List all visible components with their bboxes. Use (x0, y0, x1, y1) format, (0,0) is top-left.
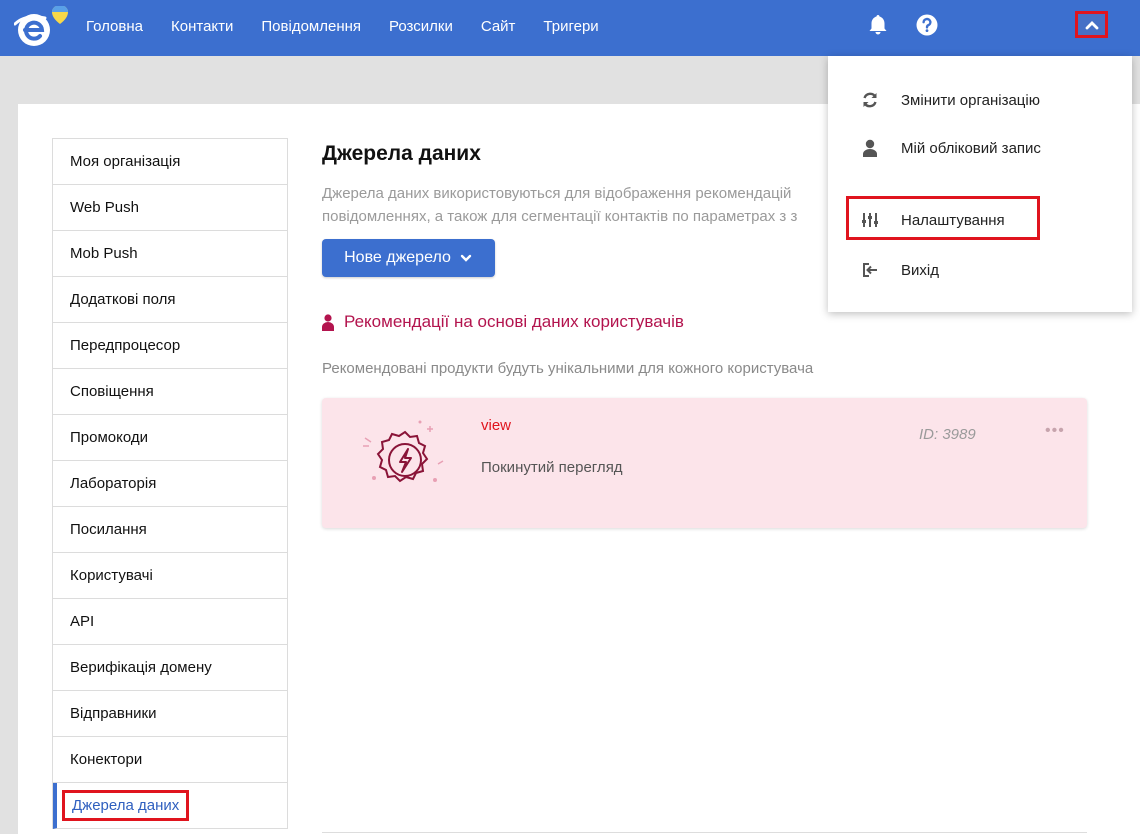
sidebar-item-senders[interactable]: Відправники (53, 691, 287, 737)
question-circle-icon[interactable] (916, 14, 938, 36)
sidebar-item-laboratory[interactable]: Лабораторія (53, 461, 287, 507)
sync-icon (863, 92, 877, 108)
sidebar-item-label: Користувачі (70, 567, 153, 584)
card-more-icon[interactable]: ••• (1045, 422, 1065, 440)
menu-item-logout[interactable]: Вихід (828, 250, 1132, 290)
sidebar-item-connectors[interactable]: Конектори (53, 737, 287, 783)
highlight-frame (846, 196, 1040, 240)
sidebar-item-label: Промокоди (70, 429, 148, 446)
page-title: Джерела даних (322, 142, 481, 165)
chevron-down-icon (460, 254, 472, 262)
sidebar-item-notifications[interactable]: Сповіщення (53, 369, 287, 415)
card-source-id: ID: 3989 (919, 426, 976, 443)
sidebar-item-label: Моя організація (70, 153, 181, 170)
sidebar-item-label: Джерела даних (62, 790, 190, 821)
sidebar-item-label: Посилання (70, 521, 147, 538)
nav-home[interactable]: Головна (86, 18, 143, 35)
sidebar-item-domain-verification[interactable]: Верифікація домену (53, 645, 287, 691)
nav-triggers[interactable]: Тригери (543, 18, 598, 35)
sidebar-item-additional-fields[interactable]: Додаткові поля (53, 277, 287, 323)
nav-contacts[interactable]: Контакти (171, 18, 233, 35)
sidebar-item-label: Передпроцесор (70, 337, 181, 354)
sidebar-item-label: API (70, 613, 95, 630)
account-menu-toggle[interactable] (1075, 11, 1108, 38)
sidebar-item-label: Конектори (70, 751, 143, 768)
sidebar-item-web-push[interactable]: Web Push (53, 185, 287, 231)
data-source-card[interactable]: view Покинутий перегляд ID: 3989 ••• (322, 398, 1087, 528)
sign-out-icon (863, 263, 877, 277)
menu-item-label: Мій обліковий запис (901, 139, 1041, 157)
sidebar-item-preprocessor[interactable]: Передпроцесор (53, 323, 287, 369)
sidebar-item-label: Відправники (70, 705, 157, 722)
divider (322, 832, 1087, 833)
nav-site[interactable]: Сайт (481, 18, 516, 35)
account-dropdown-menu: Змінити організацію Мій обліковий запис … (828, 56, 1132, 312)
sidebar-item-promocodes[interactable]: Промокоди (53, 415, 287, 461)
sidebar-item-label: Web Push (70, 199, 139, 216)
menu-item-my-account[interactable]: Мій обліковий запис (828, 128, 1132, 168)
menu-item-label: Вихід (901, 261, 939, 279)
esputnik-logo-icon[interactable] (14, 6, 72, 52)
section-title: Рекомендації на основі даних користувачі… (322, 312, 684, 332)
sidebar-item-label: Верифікація домену (70, 659, 212, 676)
nav-messages[interactable]: Повідомлення (261, 18, 361, 35)
section-title-text: Рекомендації на основі даних користувачі… (344, 312, 684, 331)
sidebar-item-label: Сповіщення (70, 383, 154, 400)
sidebar-item-mob-push[interactable]: Mob Push (53, 231, 287, 277)
nav-campaigns[interactable]: Розсилки (389, 18, 453, 35)
menu-item-change-organization[interactable]: Змінити організацію (828, 80, 1132, 120)
card-source-name[interactable]: view (481, 417, 511, 434)
sidebar-item-label: Додаткові поля (70, 291, 176, 308)
top-navbar: Головна Контакти Повідомлення Розсилки С… (0, 0, 1140, 56)
menu-item-label: Змінити організацію (901, 91, 1040, 109)
page-description: Джерела даних використовуються для відоб… (322, 185, 798, 225)
card-source-type: Покинутий перегляд (481, 459, 623, 476)
new-source-button[interactable]: Нове джерело (322, 239, 495, 277)
chevron-up-icon (1085, 20, 1098, 29)
main-nav: Головна Контакти Повідомлення Розсилки С… (86, 0, 627, 52)
user-icon (322, 313, 334, 331)
sidebar-item-my-organization[interactable]: Моя організація (53, 139, 287, 185)
bell-icon[interactable] (866, 13, 890, 37)
settings-sidebar: Моя організація Web Push Mob Push Додатк… (52, 138, 288, 829)
new-source-button-label: Нове джерело (344, 249, 451, 266)
user-icon (863, 139, 877, 157)
lightning-badge-icon (363, 420, 444, 483)
sidebar-item-api[interactable]: API (53, 599, 287, 645)
sidebar-item-label: Mob Push (70, 245, 138, 262)
sidebar-item-users[interactable]: Користувачі (53, 553, 287, 599)
section-subtitle: Рекомендовані продукти будуть унікальним… (322, 360, 814, 377)
sidebar-item-label: Лабораторія (70, 475, 157, 492)
sidebar-item-data-sources[interactable]: Джерела даних (53, 783, 287, 829)
sidebar-item-links[interactable]: Посилання (53, 507, 287, 553)
